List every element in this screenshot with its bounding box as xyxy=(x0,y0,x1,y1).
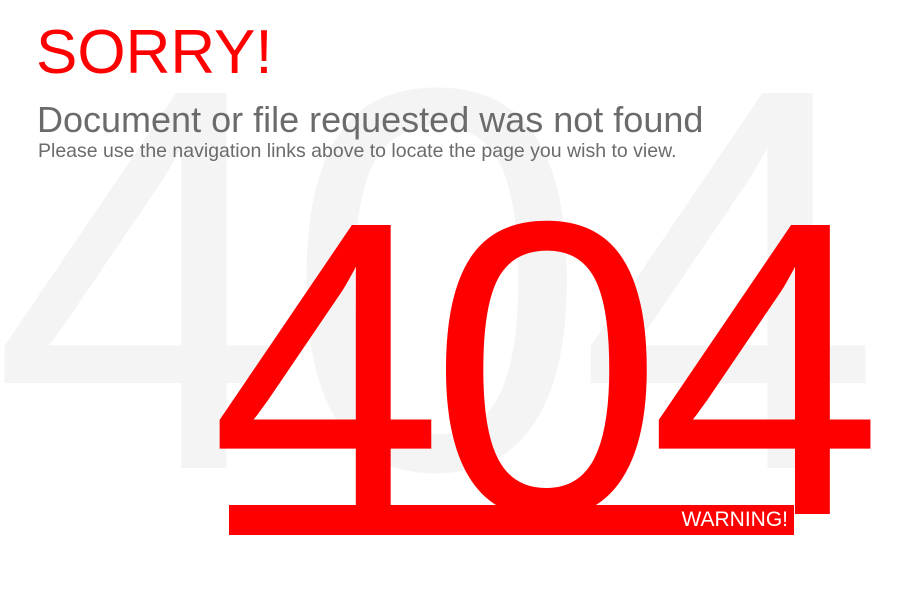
not-found-heading: Document or file requested was not found xyxy=(37,99,704,140)
warning-bar: WARNING! xyxy=(229,505,794,535)
error-page: 404 SORRY! Document or file requested wa… xyxy=(0,0,900,600)
warning-label: WARNING! xyxy=(681,508,788,531)
sorry-title: SORRY! xyxy=(36,18,273,87)
navigation-hint-text: Please use the navigation links above to… xyxy=(38,140,677,162)
